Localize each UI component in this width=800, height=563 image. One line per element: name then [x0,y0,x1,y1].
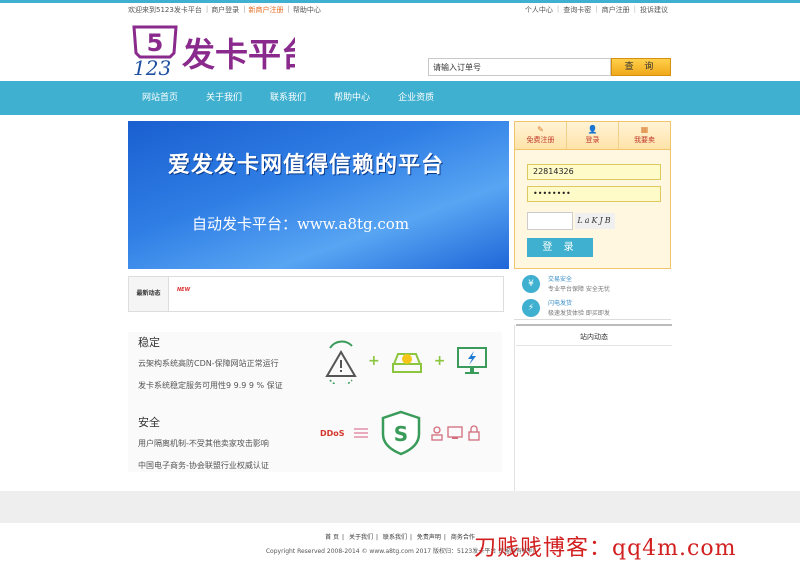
latest-news-label: 最新动态 [129,277,169,311]
captcha-input[interactable] [527,212,573,230]
shop-icon: ▦ [640,125,649,134]
feature-secure: 安全 用户隔离机制-不受其他卖家攻击影响 中国电子商务-协会联盟行业权威认证 [138,414,269,471]
captcha-image[interactable]: LaKJB [575,213,615,229]
warning-refresh-icon [325,340,357,384]
order-search: 请输入订单号 查 询 [428,58,671,76]
login-panel: ✎ 免费注册 👤 登录 ▦ 我要卖 22814326 •••••••• LaKJB 登… [514,121,671,269]
latest-news: 最新动态 NEW [128,276,504,312]
footer-link-disclaimer[interactable]: 免责声明 [414,534,444,541]
site-news-title: 站内动态 [516,324,672,346]
login-button[interactable]: 登 录 [527,238,593,257]
complaint-link[interactable]: 投诉建议 [636,5,672,15]
shield-letter: S [393,422,407,446]
watermark: 刀贱贱博客：qq4m.com [474,536,737,561]
column-divider [514,325,515,491]
tab-sell-label: 我要卖 [634,136,655,144]
query-card-link[interactable]: 查询卡密 [559,5,595,15]
tab-sell[interactable]: ▦ 我要卖 [619,122,670,149]
lightning-icon: ⚡ [522,299,540,317]
assure-fast-title: 闪电发货 [548,300,573,307]
feature-stable-line1: 云架构系统高防CDN-保障网站正常运行 [138,359,279,368]
main-content: 爱发发卡网值得信赖的平台 自动发卡平台：www.a8tg.com 最新动态 NE… [0,115,800,491]
assure-fast-desc: 极速发货体验 即买即发 [548,310,610,317]
logo-number-bottom: 123 [133,56,171,77]
username-field[interactable]: 22814326 [527,164,661,180]
footer-link-contact[interactable]: 联系我们 [380,534,410,541]
ddos-label: DDoS [320,428,345,438]
merchant-register-link[interactable]: 新商户注册 [249,5,288,15]
edit-icon: ✎ [537,125,544,134]
merchant-login-link[interactable]: 商户登录 [211,5,243,15]
assure-safe-title: 交易安全 [548,276,573,283]
assure-fast: ⚡ 闪电发货 极速发货体验 即买即发 [514,296,671,320]
tab-login-label: 登录 [585,136,600,144]
arrows-icon [353,428,368,438]
merchant-register-right-link[interactable]: 商户注册 [598,5,634,15]
user-monitor-lock-icons [430,425,480,441]
footer-separator [0,491,800,523]
nav-about[interactable]: 关于我们 [192,81,256,115]
feature-secure-title: 安全 [138,416,160,429]
feature-stable-title: 稳定 [138,336,160,349]
site-logo[interactable]: 5 123 发卡平台 [130,23,314,80]
nav-home[interactable]: 网站首页 [128,81,192,115]
main-nav: 网站首页 关于我们 联系我们 帮助中心 企业资质 [0,81,800,115]
new-badge: NEW [177,287,191,293]
tab-register-label: 免费注册 [526,136,555,144]
secure-icons: DDoS S [320,410,481,456]
user-icon: 👤 [587,125,598,134]
feature-stable: 稳定 云架构系统高防CDN-保障网站正常运行 发卡系统稳定服务可用性9 9.9 … [138,334,283,391]
feature-secure-line2: 中国电子商务-协会联盟行业权威认证 [138,461,269,470]
footer-link-home[interactable]: 首 页 [322,534,342,541]
plus-icon: + [433,353,446,369]
top-bar: 欢迎来到5123发卡平台 | 商户登录 | 新商户注册 | 帮助中心 个人中心 … [0,3,800,17]
logo-number-top: 5 [147,29,164,57]
nav-qualification[interactable]: 企业资质 [384,81,448,115]
logo-text: 发卡平台 [182,35,295,74]
assurance-panel: ¥ 交易安全 专业平台保障 安全无忧 ⚡ 闪电发货 极速发货体验 即买即发 [514,272,671,320]
search-button[interactable]: 查 询 [611,58,671,76]
password-field[interactable]: •••••••• [527,186,661,202]
feature-stable-line2: 发卡系统稳定服务可用性9 9.9 9 % 保证 [138,381,283,390]
help-center-link[interactable]: 帮助中心 [293,5,325,15]
welcome-text: 欢迎来到5123发卡平台 [128,6,202,14]
banner-headline: 爱发发卡网值得信赖的平台 [168,153,445,178]
plus-icon: + [368,353,380,369]
yen-icon: ¥ [522,275,540,293]
feature-secure-line1: 用户隔离机制-不受其他卖家攻击影响 [138,439,269,448]
login-tabs: ✎ 免费注册 👤 登录 ▦ 我要卖 [515,122,670,150]
tab-register[interactable]: ✎ 免费注册 [515,122,567,149]
header: 5 123 发卡平台 请输入订单号 查 询 [0,17,800,81]
assure-safe-desc: 专业平台保障 安全无忧 [548,286,610,293]
footer-link-about[interactable]: 关于我们 [346,534,376,541]
tab-login[interactable]: 👤 登录 [567,122,619,149]
nav-help[interactable]: 帮助中心 [320,81,384,115]
features-panel: 稳定 云架构系统高防CDN-保障网站正常运行 发卡系统稳定服务可用性9 9.9 … [128,332,502,472]
order-search-input[interactable]: 请输入订单号 [428,58,611,76]
banner[interactable]: 爱发发卡网值得信赖的平台 自动发卡平台：www.a8tg.com [128,121,509,269]
personal-center-link[interactable]: 个人中心 [521,5,557,15]
monitor-icon [457,347,488,374]
banner-subtitle: 自动发卡平台：www.a8tg.com [192,215,410,233]
stable-icons: + + [324,338,489,384]
shield-icon: S [381,410,420,456]
nav-contact[interactable]: 联系我们 [256,81,320,115]
server-sync-icon [391,353,422,373]
assure-safe: ¥ 交易安全 专业平台保障 安全无忧 [514,272,671,296]
